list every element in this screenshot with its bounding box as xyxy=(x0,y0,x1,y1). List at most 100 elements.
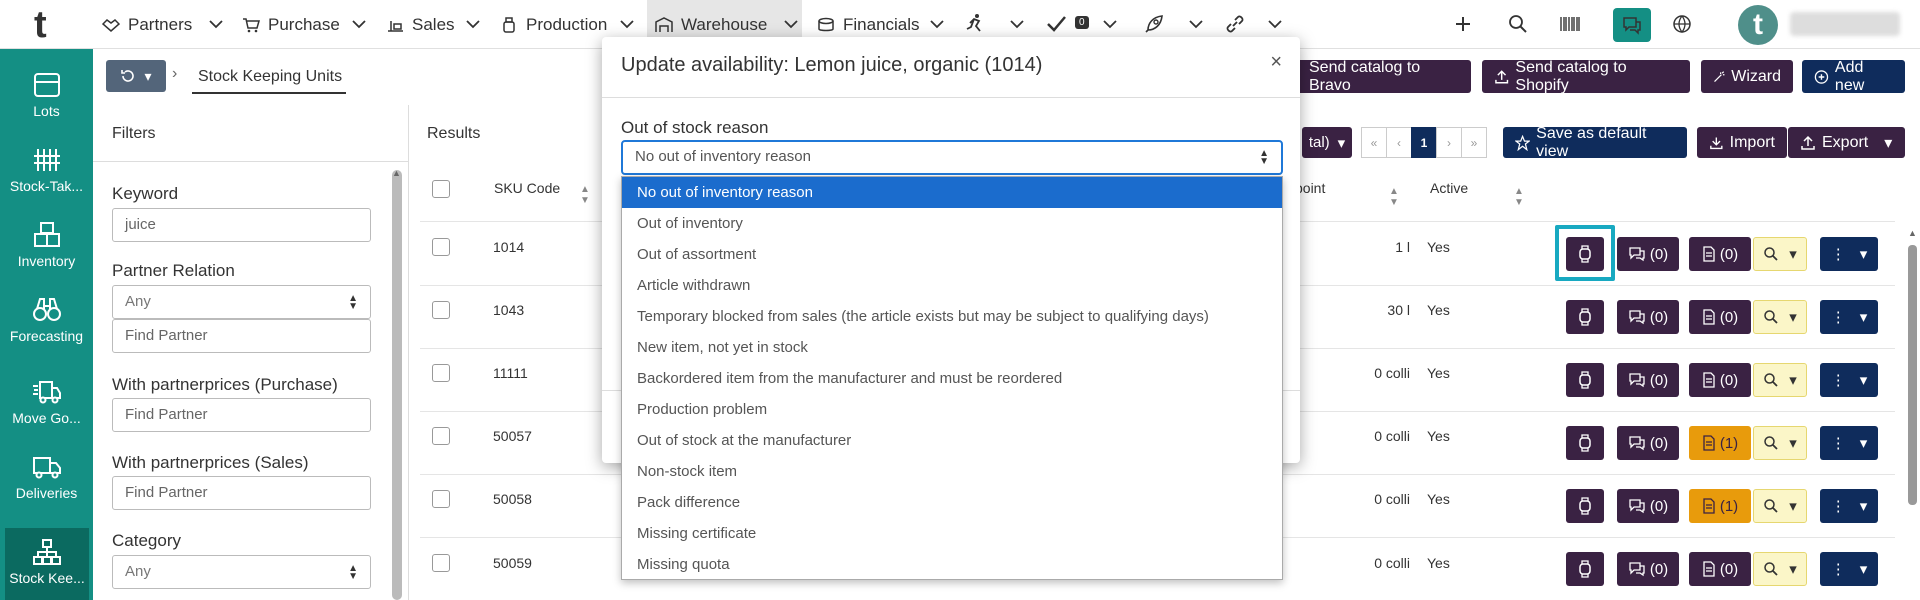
more-actions-button[interactable]: ⋮ ▾ xyxy=(1820,237,1878,271)
chevron-down-icon[interactable] xyxy=(1187,15,1205,33)
comments-button[interactable]: (0) xyxy=(1617,237,1679,271)
chat-button[interactable] xyxy=(1613,8,1651,42)
find-partner-input[interactable]: Find Partner xyxy=(112,319,371,353)
scroll-up-icon[interactable]: ▲ xyxy=(392,168,401,178)
nav-purchase[interactable]: Purchase xyxy=(242,0,340,49)
chevron-down-icon[interactable] xyxy=(1266,15,1284,33)
comments-button[interactable]: (0) xyxy=(1617,489,1679,523)
column-active[interactable]: Active xyxy=(1430,180,1468,196)
option-no-out-of-inventory-reason[interactable]: No out of inventory reason xyxy=(622,177,1282,208)
select-all-checkbox[interactable] xyxy=(432,180,450,198)
page-current[interactable]: 1 xyxy=(1411,127,1437,158)
chevron-down-icon[interactable] xyxy=(928,15,946,33)
sort-icon[interactable]: ▲ ▼ xyxy=(1514,186,1524,208)
documents-button[interactable]: (0) xyxy=(1689,300,1751,334)
sidebar-item-deliveries[interactable]: Deliveries xyxy=(0,439,93,514)
chevron-down-icon[interactable] xyxy=(782,15,800,33)
keyword-input[interactable]: juice xyxy=(112,208,371,242)
user-name-blurred[interactable] xyxy=(1790,12,1900,36)
more-actions-button[interactable]: ⋮ ▾ xyxy=(1820,489,1878,523)
nav-production[interactable]: Production xyxy=(500,0,607,49)
sidebar-item-lots[interactable]: Lots xyxy=(0,57,93,132)
breadcrumb-current[interactable]: Stock Keeping Units xyxy=(198,68,342,86)
avatar[interactable]: t xyxy=(1738,5,1778,45)
send-catalog-bravo-button[interactable]: Send catalog to Bravo xyxy=(1285,59,1471,94)
close-icon[interactable]: × xyxy=(1270,51,1282,74)
row-checkbox[interactable] xyxy=(432,554,450,572)
check-icon[interactable] xyxy=(1044,12,1068,36)
page-next[interactable]: › xyxy=(1436,127,1462,158)
option-production-problem[interactable]: Production problem xyxy=(622,394,1282,425)
page-prev[interactable]: ‹ xyxy=(1386,127,1412,158)
comments-button[interactable]: (0) xyxy=(1617,426,1679,460)
sort-asc-icon[interactable]: ▲ ▼ xyxy=(580,184,590,206)
more-actions-button[interactable]: ⋮ ▾ xyxy=(1820,300,1878,334)
comments-button[interactable]: (0) xyxy=(1617,363,1679,397)
availability-button[interactable] xyxy=(1566,426,1604,460)
column-sku-code[interactable]: SKU Code xyxy=(494,180,560,196)
option-temporary-blocked[interactable]: Temporary blocked from sales (the articl… xyxy=(622,301,1282,332)
search-button[interactable]: ▾ xyxy=(1753,489,1807,523)
add-new-button[interactable]: Add new xyxy=(1802,59,1905,94)
category-select[interactable]: Any ▲ ▼ xyxy=(112,555,371,589)
row-checkbox[interactable] xyxy=(432,301,450,319)
search-button[interactable]: ▾ xyxy=(1753,426,1807,460)
search-button[interactable]: ▾ xyxy=(1753,363,1807,397)
search-icon[interactable] xyxy=(1506,12,1530,36)
sidebar-item-forecasting[interactable]: Forecasting xyxy=(0,282,93,357)
row-checkbox[interactable] xyxy=(432,364,450,382)
availability-button[interactable] xyxy=(1566,363,1604,397)
sidebar-item-inventory[interactable]: Inventory xyxy=(0,207,93,282)
send-catalog-shopify-button[interactable]: Send catalog to Shopify xyxy=(1482,59,1690,94)
wizard-button[interactable]: Wizard xyxy=(1701,60,1793,93)
sidebar-item-move-goods[interactable]: Move Go... xyxy=(0,364,93,439)
nav-partners[interactable]: Partners xyxy=(102,0,192,49)
option-non-stock-item[interactable]: Non-stock item xyxy=(622,456,1282,487)
import-button[interactable]: Import xyxy=(1697,127,1787,158)
find-partner-purchase-input[interactable]: Find Partner xyxy=(112,398,371,432)
history-button[interactable]: ▾ xyxy=(106,60,166,92)
sidebar-item-stock-taking[interactable]: Stock-Tak... xyxy=(0,132,93,207)
chevron-down-icon[interactable] xyxy=(464,15,482,33)
search-button[interactable]: ▾ xyxy=(1753,237,1807,271)
runner-icon[interactable] xyxy=(963,12,987,36)
save-default-view-button[interactable]: Save as default view xyxy=(1503,125,1687,160)
filters-scrollbar[interactable] xyxy=(392,170,402,600)
plus-icon[interactable] xyxy=(1451,12,1475,36)
rocket-icon[interactable] xyxy=(1142,12,1166,36)
option-missing-quota[interactable]: Missing quota xyxy=(622,549,1282,580)
comments-button[interactable]: (0) xyxy=(1617,552,1679,586)
search-button[interactable]: ▾ xyxy=(1753,552,1807,586)
page-last[interactable]: » xyxy=(1461,127,1487,158)
documents-button[interactable]: (1) xyxy=(1689,489,1751,523)
availability-button[interactable] xyxy=(1566,489,1604,523)
comments-button[interactable]: (0) xyxy=(1617,300,1679,334)
chevron-down-icon[interactable] xyxy=(1008,15,1026,33)
scroll-up-icon[interactable]: ▲ xyxy=(1908,228,1917,238)
partner-relation-select[interactable]: Any ▲ ▼ xyxy=(112,285,371,319)
link-icon[interactable] xyxy=(1223,12,1247,36)
option-missing-certificate[interactable]: Missing certificate xyxy=(622,518,1282,549)
more-actions-button[interactable]: ⋮ ▾ xyxy=(1820,552,1878,586)
row-checkbox[interactable] xyxy=(432,427,450,445)
option-out-of-stock-manufacturer[interactable]: Out of stock at the manufacturer xyxy=(622,425,1282,456)
find-partner-sales-input[interactable]: Find Partner xyxy=(112,476,371,510)
availability-button[interactable] xyxy=(1566,552,1604,586)
documents-button[interactable]: (1) xyxy=(1689,426,1751,460)
documents-button[interactable]: (0) xyxy=(1689,237,1751,271)
documents-button[interactable]: (0) xyxy=(1689,552,1751,586)
chevron-down-icon[interactable] xyxy=(1101,15,1119,33)
more-actions-button[interactable]: ⋮ ▾ xyxy=(1820,426,1878,460)
availability-button[interactable] xyxy=(1566,300,1604,334)
sort-icon[interactable]: ▲ ▼ xyxy=(1389,186,1399,208)
more-actions-button[interactable]: ⋮ ▾ xyxy=(1820,363,1878,397)
out-of-stock-reason-select[interactable]: No out of inventory reason ▲ ▼ xyxy=(621,140,1283,175)
total-dropdown-button[interactable]: tal) ▾ xyxy=(1302,127,1352,158)
row-checkbox[interactable] xyxy=(432,238,450,256)
app-logo[interactable]: t xyxy=(34,4,47,47)
documents-button[interactable]: (0) xyxy=(1689,363,1751,397)
chevron-down-icon[interactable] xyxy=(618,15,636,33)
chevron-down-icon[interactable] xyxy=(207,15,225,33)
barcode-icon[interactable] xyxy=(1558,12,1582,36)
results-scrollbar[interactable] xyxy=(1908,245,1917,505)
